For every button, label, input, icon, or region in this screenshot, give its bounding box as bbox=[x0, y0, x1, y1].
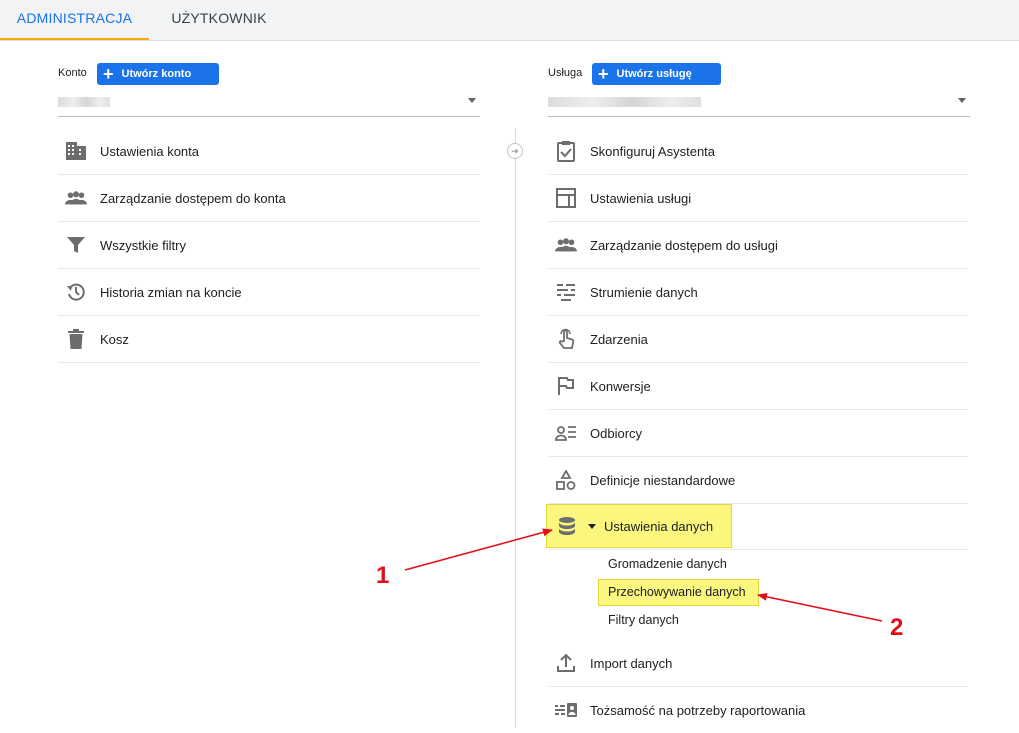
item-label: Zarządzanie dostępem do konta bbox=[100, 190, 286, 206]
column-divider bbox=[515, 128, 516, 728]
trash-icon bbox=[65, 328, 87, 350]
property-item-access[interactable]: Zarządzanie dostępem do usługi bbox=[548, 222, 968, 269]
people-icon bbox=[555, 234, 577, 256]
touch-icon bbox=[555, 328, 577, 350]
property-header-label: Usługa bbox=[548, 67, 583, 79]
account-item-trash[interactable]: Kosz bbox=[58, 316, 480, 363]
data-settings-label: Ustawienia danych bbox=[604, 518, 714, 534]
create-property-label: Utwórz usługę bbox=[616, 68, 692, 80]
property-item-conversions[interactable]: Konwersje bbox=[548, 363, 968, 410]
property-settings-list: Skonfiguruj Asystenta Ustawienia usługi … bbox=[548, 128, 968, 504]
sub-item-data-collection[interactable]: Gromadzenie danych bbox=[608, 557, 727, 571]
property-item-audiences[interactable]: Odbiorcy bbox=[548, 410, 968, 457]
item-label: Ustawienia konta bbox=[100, 143, 199, 159]
property-selector[interactable] bbox=[548, 92, 970, 117]
annotation-arrow-1 bbox=[404, 528, 553, 571]
create-account-label: Utwórz konto bbox=[121, 68, 192, 80]
people-icon bbox=[65, 187, 87, 209]
streams-icon bbox=[555, 281, 577, 303]
create-account-button[interactable]: + Utwórz konto bbox=[97, 63, 219, 85]
property-item-settings[interactable]: Ustawienia usługi bbox=[548, 175, 968, 222]
plus-icon: + bbox=[103, 64, 114, 84]
data-settings-toggle[interactable]: Ustawienia danych bbox=[546, 504, 732, 548]
account-item-settings[interactable]: Ustawienia konta bbox=[58, 128, 480, 175]
property-item-custom-definitions[interactable]: Definicje niestandardowe bbox=[548, 457, 968, 504]
item-label: Zdarzenia bbox=[590, 331, 648, 347]
sub-item-data-filters[interactable]: Filtry danych bbox=[608, 613, 679, 627]
clipboard-check-icon bbox=[555, 140, 577, 162]
property-item-data-streams[interactable]: Strumienie danych bbox=[548, 269, 968, 316]
layout-icon bbox=[555, 187, 577, 209]
account-settings-list: Ustawienia konta Zarządzanie dostępem do… bbox=[58, 128, 480, 363]
item-label: Wszystkie filtry bbox=[100, 237, 186, 253]
filter-icon bbox=[65, 234, 87, 256]
account-item-filters[interactable]: Wszystkie filtry bbox=[58, 222, 480, 269]
item-label: Strumienie danych bbox=[590, 284, 698, 300]
account-item-history[interactable]: Historia zmian na koncie bbox=[58, 269, 480, 316]
top-tab-bar: ADMINISTRACJA UŻYTKOWNIK bbox=[0, 0, 1019, 41]
building-icon bbox=[65, 140, 87, 162]
account-item-access[interactable]: Zarządzanie dostępem do konta bbox=[58, 175, 480, 222]
chevron-down-icon bbox=[958, 98, 966, 103]
property-item-data-import[interactable]: Import danych bbox=[548, 640, 968, 687]
annotation-number-1: 1 bbox=[376, 562, 390, 589]
item-label: Definicje niestandardowe bbox=[590, 472, 736, 488]
audience-icon bbox=[555, 422, 577, 444]
property-item-reporting-identity[interactable]: Tożsamość na potrzeby raportowania bbox=[548, 687, 968, 733]
shapes-icon bbox=[555, 469, 577, 491]
chevron-down-icon bbox=[468, 98, 476, 103]
divider bbox=[548, 549, 968, 550]
annotation-number-2: 2 bbox=[890, 614, 904, 641]
account-selector[interactable] bbox=[58, 92, 480, 117]
item-label: Skonfiguruj Asystenta bbox=[590, 143, 716, 159]
item-label: Import danych bbox=[590, 655, 673, 671]
caret-down-icon bbox=[588, 523, 596, 529]
property-item-events[interactable]: Zdarzenia bbox=[548, 316, 968, 363]
tab-user[interactable]: UŻYTKOWNIK bbox=[149, 0, 289, 40]
item-label: Kosz bbox=[100, 331, 129, 347]
property-settings-list-continued: Import danych Tożsamość na potrzeby rapo… bbox=[548, 640, 968, 733]
item-label: Odbiorcy bbox=[590, 425, 643, 441]
identity-icon bbox=[555, 699, 577, 721]
item-label: Historia zmian na koncie bbox=[100, 284, 242, 300]
account-name-redacted bbox=[58, 97, 110, 107]
annotation-arrow-2 bbox=[757, 592, 883, 622]
account-header-label: Konto bbox=[58, 67, 87, 79]
sub-item-data-retention[interactable]: Przechowywanie danych bbox=[608, 585, 746, 599]
item-label: Zarządzanie dostępem do usługi bbox=[590, 237, 778, 253]
item-label: Tożsamość na potrzeby raportowania bbox=[590, 702, 806, 718]
history-icon bbox=[65, 281, 87, 303]
create-property-button[interactable]: + Utwórz usługę bbox=[592, 63, 721, 85]
item-label: Ustawienia usługi bbox=[590, 190, 692, 206]
tab-administration[interactable]: ADMINISTRACJA bbox=[0, 0, 149, 40]
flag-icon bbox=[555, 375, 577, 397]
plus-icon: + bbox=[598, 64, 609, 84]
arrow-right-circle-icon: ➜ bbox=[507, 143, 523, 159]
property-item-setup-assistant[interactable]: Skonfiguruj Asystenta bbox=[548, 128, 968, 175]
property-name-redacted bbox=[548, 97, 701, 107]
upload-icon bbox=[555, 652, 577, 674]
item-label: Konwersje bbox=[590, 378, 651, 394]
database-icon bbox=[556, 515, 578, 537]
